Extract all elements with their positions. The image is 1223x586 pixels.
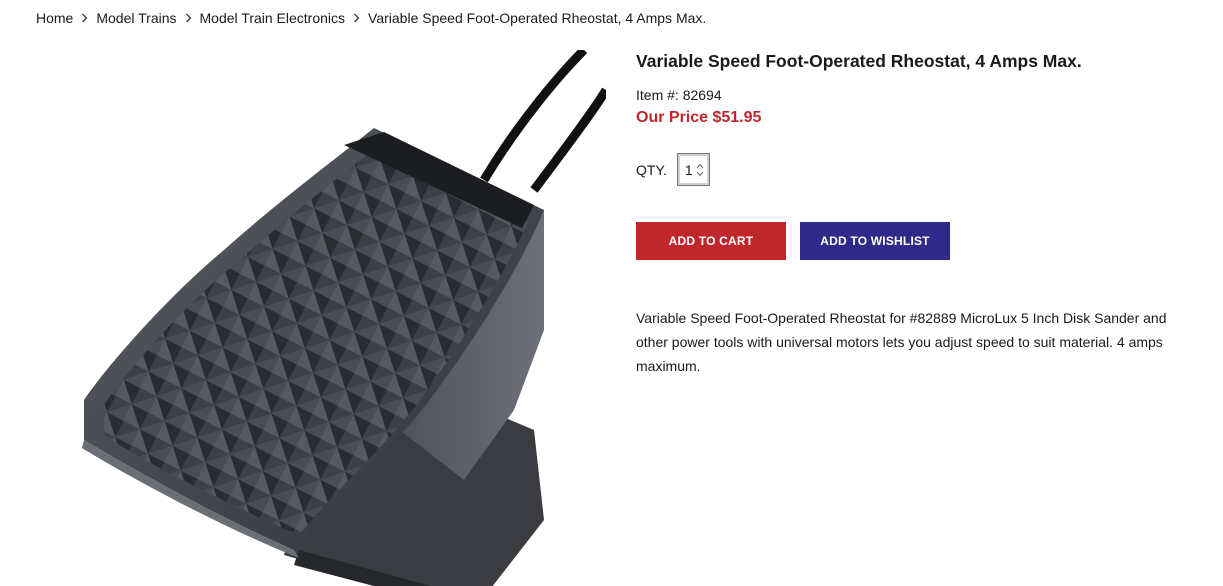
item-number-value: 82694 bbox=[682, 87, 722, 103]
quantity-stepper[interactable]: 1 bbox=[676, 153, 710, 186]
breadcrumb-current: Variable Speed Foot-Operated Rheostat, 4… bbox=[368, 10, 707, 26]
product-description: Variable Speed Foot-Operated Rheostat fo… bbox=[636, 310, 1167, 374]
price-value: $51.95 bbox=[712, 109, 762, 126]
breadcrumb: Home Model Trains Model Train Electronic… bbox=[36, 9, 706, 27]
spinner-arrows-icon[interactable] bbox=[696, 162, 704, 178]
product-title: Variable Speed Foot-Operated Rheostat, 4… bbox=[636, 51, 1082, 71]
price-line: Our Price $51.95 bbox=[636, 109, 761, 127]
breadcrumb-home[interactable]: Home bbox=[36, 9, 73, 27]
foot-pedal-illustration bbox=[82, 50, 606, 586]
quantity-row: QTY. 1 bbox=[636, 153, 710, 186]
product-image[interactable] bbox=[44, 50, 606, 586]
chevron-right-icon bbox=[73, 9, 96, 27]
action-buttons: ADD TO CART ADD TO WISHLIST bbox=[636, 222, 950, 260]
item-number-line: Item #: 82694 bbox=[636, 87, 722, 103]
chevron-right-icon bbox=[345, 9, 368, 27]
item-number-label: Item #: bbox=[636, 87, 679, 103]
add-to-wishlist-button[interactable]: ADD TO WISHLIST bbox=[800, 222, 950, 260]
add-to-cart-button[interactable]: ADD TO CART bbox=[636, 222, 786, 260]
breadcrumb-model-train-electronics[interactable]: Model Train Electronics bbox=[200, 9, 346, 27]
breadcrumb-model-trains[interactable]: Model Trains bbox=[96, 9, 176, 27]
price-label: Our Price bbox=[636, 109, 709, 126]
quantity-value: 1 bbox=[684, 161, 693, 178]
chevron-right-icon bbox=[177, 9, 200, 27]
quantity-label: QTY. bbox=[636, 161, 667, 178]
